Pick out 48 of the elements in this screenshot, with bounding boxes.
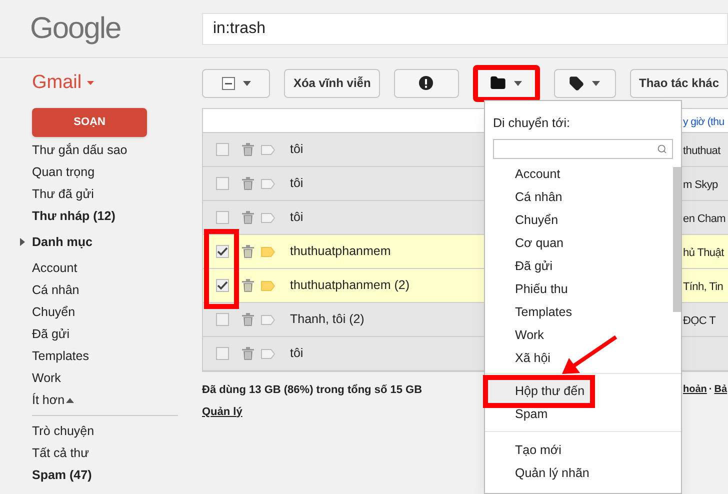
message-snippet: hủ Thuật [683, 246, 724, 258]
message-snippet: Tính, Tin [683, 280, 724, 292]
show-less-link[interactable]: Ít hơn [32, 389, 65, 411]
footer-link[interactable]: hoản [683, 382, 707, 422]
message-snippet: m Skyp [683, 178, 718, 190]
move-menu-item[interactable]: Xã hội [485, 346, 673, 370]
storage-usage-text: Đã dùng 13 GB (86%) trong tổng số 15 GB [202, 383, 422, 398]
move-menu-item[interactable]: Phiếu thu [485, 278, 673, 301]
sidebar-link[interactable]: Thư nháp (12) [32, 205, 116, 227]
logo[interactable]: Google [30, 12, 121, 45]
category-heading[interactable]: Danh mục [32, 231, 92, 253]
sender-name: tôi [290, 141, 304, 158]
menu-title: Di chuyển tới: [492, 115, 571, 132]
menu-action[interactable]: Quản lý nhãn [485, 462, 681, 485]
sender-name: tôi [290, 175, 304, 192]
sender-name: tôi [290, 209, 304, 226]
sort-link[interactable]: y giờ (thu [683, 116, 724, 128]
sender-name: thuthuatphanmem (2) [290, 277, 410, 294]
sidebar-link[interactable]: Account [32, 257, 78, 279]
message-snippet: en Cham [683, 212, 726, 224]
sidebar-link[interactable]: Đã gửi [32, 323, 70, 345]
separator: · [708, 383, 712, 397]
move-menu-item[interactable]: Chuyển [485, 208, 673, 232]
message-snippet: thuthuat [683, 144, 720, 156]
sidebar-link[interactable]: Templates [32, 345, 89, 367]
sender-name: Thanh, tôi (2) [290, 311, 364, 328]
move-menu-item[interactable]: Hộp thư đến [483, 374, 595, 408]
sender-name: thuthuatphanmem [290, 243, 391, 260]
message-snippet: ĐỌC T [683, 314, 716, 326]
sidebar-link[interactable]: Thư gắn dấu sao [32, 139, 128, 161]
manage-link[interactable]: Quản lý [202, 406, 242, 418]
sidebar-link[interactable]: Quan trọng [32, 161, 95, 183]
footer-link[interactable]: Bả [714, 382, 728, 422]
sidebar-link[interactable]: Work [32, 367, 61, 389]
sidebar-link[interactable]: Thư đã gửi [32, 183, 94, 205]
toolbar-button[interactable]: Xóa vĩnh viễn [284, 68, 380, 98]
move-menu-item[interactable]: Templates [485, 300, 673, 324]
sidebar-link[interactable]: Chuyển [32, 301, 76, 323]
compose-button[interactable]: SOẠN [32, 108, 147, 137]
app-menu-label[interactable]: Gmail [32, 68, 82, 98]
sidebar-link[interactable]: Cá nhân [32, 279, 80, 301]
sidebar-link[interactable]: Trò chuyện [32, 420, 94, 442]
sender-name: tôi [290, 345, 304, 362]
sidebar-link[interactable]: Spam (47) [32, 464, 92, 486]
search-field[interactable]: in:trash [202, 12, 728, 44]
menu-action[interactable]: Tạo mới [485, 438, 681, 462]
toolbar-button[interactable]: Thao tác khác [630, 68, 728, 98]
sidebar-link[interactable]: Tất cả thư [32, 442, 90, 464]
